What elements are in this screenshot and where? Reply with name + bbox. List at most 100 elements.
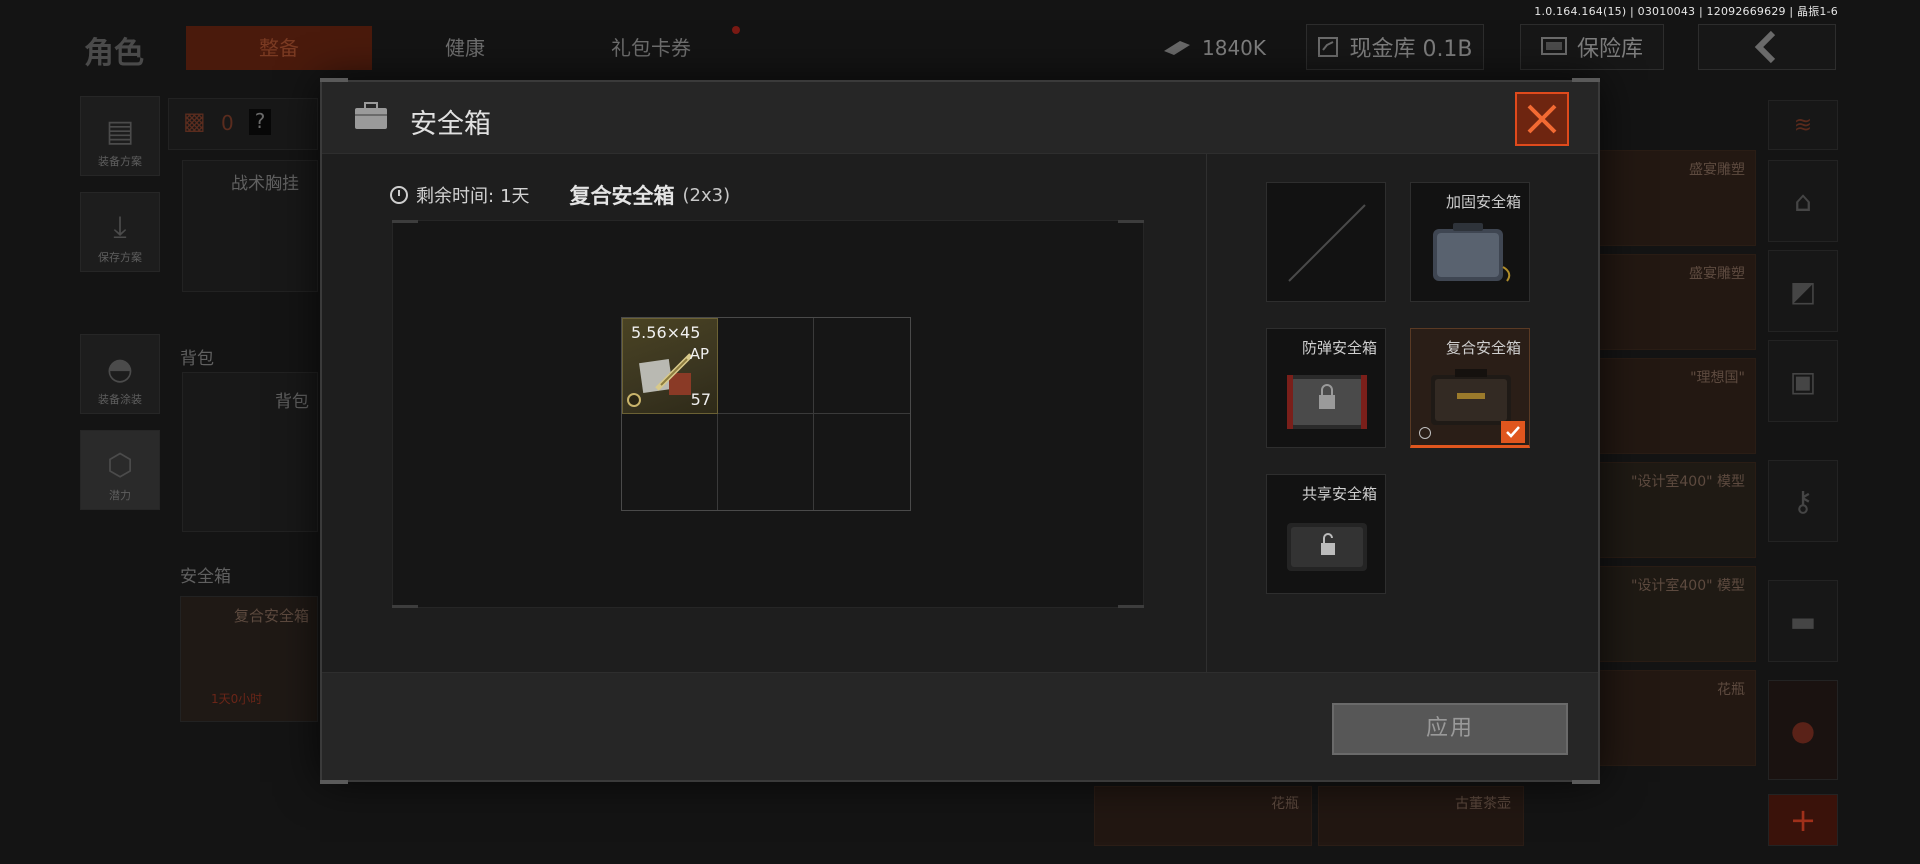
backpack-slot[interactable]: 背包 bbox=[182, 372, 318, 532]
dialog-footer: 应用 bbox=[322, 672, 1598, 780]
case-option-empty[interactable] bbox=[1266, 182, 1386, 302]
safe-storage-area: 5.56×45 AP 57 bbox=[392, 220, 1144, 608]
empty-slot-icon bbox=[1288, 204, 1366, 282]
safe-slot[interactable]: 复合安全箱 1天0小时 bbox=[180, 596, 318, 722]
stash-item[interactable]: "理想国" bbox=[1596, 358, 1756, 454]
close-button[interactable] bbox=[1515, 92, 1569, 146]
armor-slot[interactable]: ▩ 0 ? bbox=[168, 98, 318, 150]
backpack-label: 背包 bbox=[275, 392, 309, 412]
safe-info-row: 剩余时间: 1天 复合安全箱 (2x3) bbox=[390, 180, 730, 210]
case-option-reinforced[interactable]: 加固安全箱 bbox=[1410, 182, 1530, 302]
cash-vault-button[interactable]: 现金库 0.1B bbox=[1306, 24, 1484, 70]
loadout-plan-button[interactable]: ▤ 装备方案 bbox=[80, 96, 160, 176]
safe-box-dialog: 安全箱 剩余时间: 1天 复合安全箱 (2x3) 5.56×45 AP 57 加… bbox=[320, 78, 1600, 784]
stash-item[interactable]: "设计室400" 模型 bbox=[1596, 566, 1756, 662]
case-option-bulletproof[interactable]: 防弹安全箱 bbox=[1266, 328, 1386, 448]
page-title: 角色 bbox=[84, 36, 144, 71]
side-home-button[interactable]: ⌂ bbox=[1768, 160, 1838, 242]
apply-button[interactable]: 应用 bbox=[1332, 703, 1568, 755]
ammo-item[interactable]: 5.56×45 AP 57 bbox=[622, 318, 718, 414]
save-plan-label: 保存方案 bbox=[98, 251, 142, 264]
current-case-size: (2x3) bbox=[682, 184, 731, 206]
current-case-name: 复合安全箱 bbox=[569, 184, 675, 208]
stash-item-label: "设计室400" 模型 bbox=[1630, 474, 1745, 490]
chest-rig-label: 战术胸挂 bbox=[231, 174, 299, 194]
grid-cell[interactable] bbox=[814, 414, 910, 510]
helmet-icon: ◓ bbox=[106, 352, 134, 387]
safe-grid: 5.56×45 AP 57 bbox=[621, 317, 911, 511]
potential-label: 潜力 bbox=[109, 489, 131, 502]
close-icon bbox=[1527, 104, 1557, 134]
bulletproof-case-icon bbox=[1287, 375, 1367, 429]
frame-corner bbox=[392, 605, 418, 608]
safe-box-icon bbox=[1540, 37, 1567, 55]
stash-item-label: "理想国" bbox=[1690, 370, 1745, 386]
side-backpack-button[interactable]: ◩ bbox=[1768, 250, 1838, 332]
selected-check-icon bbox=[1501, 421, 1525, 443]
case-option-composite[interactable]: 复合安全箱 bbox=[1410, 328, 1530, 448]
remaining-time-value: 1天 bbox=[500, 186, 530, 207]
tab-gift-coupons[interactable]: 礼包卡券 bbox=[558, 26, 744, 70]
save-plan-button[interactable]: ⤓ 保存方案 bbox=[80, 192, 160, 272]
case-option-label: 共享安全箱 bbox=[1301, 485, 1377, 503]
side-special-button[interactable]: ● bbox=[1768, 680, 1838, 780]
stash-item-label: 盛宴雕塑 bbox=[1689, 162, 1745, 178]
dialog-header: 安全箱 bbox=[322, 82, 1598, 154]
stash-item[interactable]: 盛宴雕塑 bbox=[1596, 150, 1756, 246]
side-weapon-button[interactable]: ▬ bbox=[1768, 580, 1838, 662]
grid-cell[interactable] bbox=[718, 318, 814, 414]
side-key-button[interactable]: ⚷ bbox=[1768, 460, 1838, 542]
case-option-shared[interactable]: 共享安全箱 bbox=[1266, 474, 1386, 594]
grid-cell[interactable] bbox=[718, 414, 814, 510]
divider bbox=[1206, 154, 1207, 672]
notification-dot bbox=[732, 26, 740, 34]
stash-item-label: "设计室400" 模型 bbox=[1630, 578, 1745, 594]
help-icon[interactable]: ? bbox=[249, 109, 271, 135]
ammo-type: AP bbox=[689, 345, 709, 363]
info-icon[interactable] bbox=[1419, 427, 1431, 439]
chest-rig-slot[interactable]: 战术胸挂 bbox=[182, 160, 318, 292]
vest-icon: ▤ bbox=[105, 114, 135, 149]
download-icon: ⤓ bbox=[113, 210, 127, 245]
cash-vault-label: 现金库 0.1B bbox=[1349, 37, 1473, 62]
version-text: 1.0.164.164(15) | 03010043 | 12092669629… bbox=[1534, 5, 1838, 18]
tab-loadout[interactable]: 整备 bbox=[186, 26, 372, 70]
add-button[interactable]: + bbox=[1768, 794, 1838, 846]
stash-item[interactable]: 盛宴雕塑 bbox=[1596, 254, 1756, 350]
stash-item-label: 花瓶 bbox=[1717, 682, 1745, 698]
frame-corner bbox=[320, 780, 348, 784]
grid-cell[interactable] bbox=[622, 414, 718, 510]
grenade-icon: ● bbox=[1790, 713, 1816, 747]
briefcase-icon bbox=[355, 102, 387, 129]
paint-label: 装备涂装 bbox=[98, 393, 142, 406]
stash-item[interactable]: 花瓶 bbox=[1094, 786, 1312, 846]
tab-health[interactable]: 健康 bbox=[372, 26, 558, 70]
safe-slot-label: 复合安全箱 bbox=[233, 607, 309, 625]
backpack-icon: ◩ bbox=[1789, 274, 1817, 308]
case-option-label: 复合安全箱 bbox=[1445, 339, 1521, 357]
reinforced-case-icon bbox=[1433, 223, 1511, 282]
insurance-button[interactable]: 保险库 bbox=[1520, 24, 1664, 70]
paint-button[interactable]: ◓ 装备涂装 bbox=[80, 334, 160, 414]
grid-cell[interactable] bbox=[814, 318, 910, 414]
potential-button[interactable]: ⬡ 潜力 bbox=[80, 430, 160, 510]
armor-count: 0 bbox=[221, 111, 234, 135]
back-button[interactable] bbox=[1698, 24, 1836, 70]
frame-corner bbox=[1118, 605, 1144, 608]
safe-section-title: 安全箱 bbox=[180, 567, 231, 587]
bolt-hex-icon: ⬡ bbox=[106, 448, 134, 483]
remaining-time-label: 剩余时间: bbox=[416, 186, 495, 207]
frame-corner bbox=[1118, 220, 1144, 223]
stash-item[interactable]: 花瓶 bbox=[1596, 670, 1756, 766]
dialog-title: 安全箱 bbox=[410, 109, 491, 140]
insurance-label: 保险库 bbox=[1576, 37, 1643, 62]
home-icon: ⌂ bbox=[1794, 184, 1812, 218]
shared-case-icon bbox=[1287, 523, 1367, 571]
side-container-button[interactable]: ▣ bbox=[1768, 340, 1838, 422]
stash-sort-button[interactable]: ≋ bbox=[1768, 100, 1838, 150]
stash-item[interactable]: "设计室400" 模型 bbox=[1596, 462, 1756, 558]
currency-value: 1840K bbox=[1202, 36, 1267, 60]
stash-item[interactable]: 古董茶壶 bbox=[1318, 786, 1524, 846]
case-option-label: 防弹安全箱 bbox=[1301, 339, 1377, 357]
ammo-caliber: 5.56×45 bbox=[631, 323, 701, 342]
